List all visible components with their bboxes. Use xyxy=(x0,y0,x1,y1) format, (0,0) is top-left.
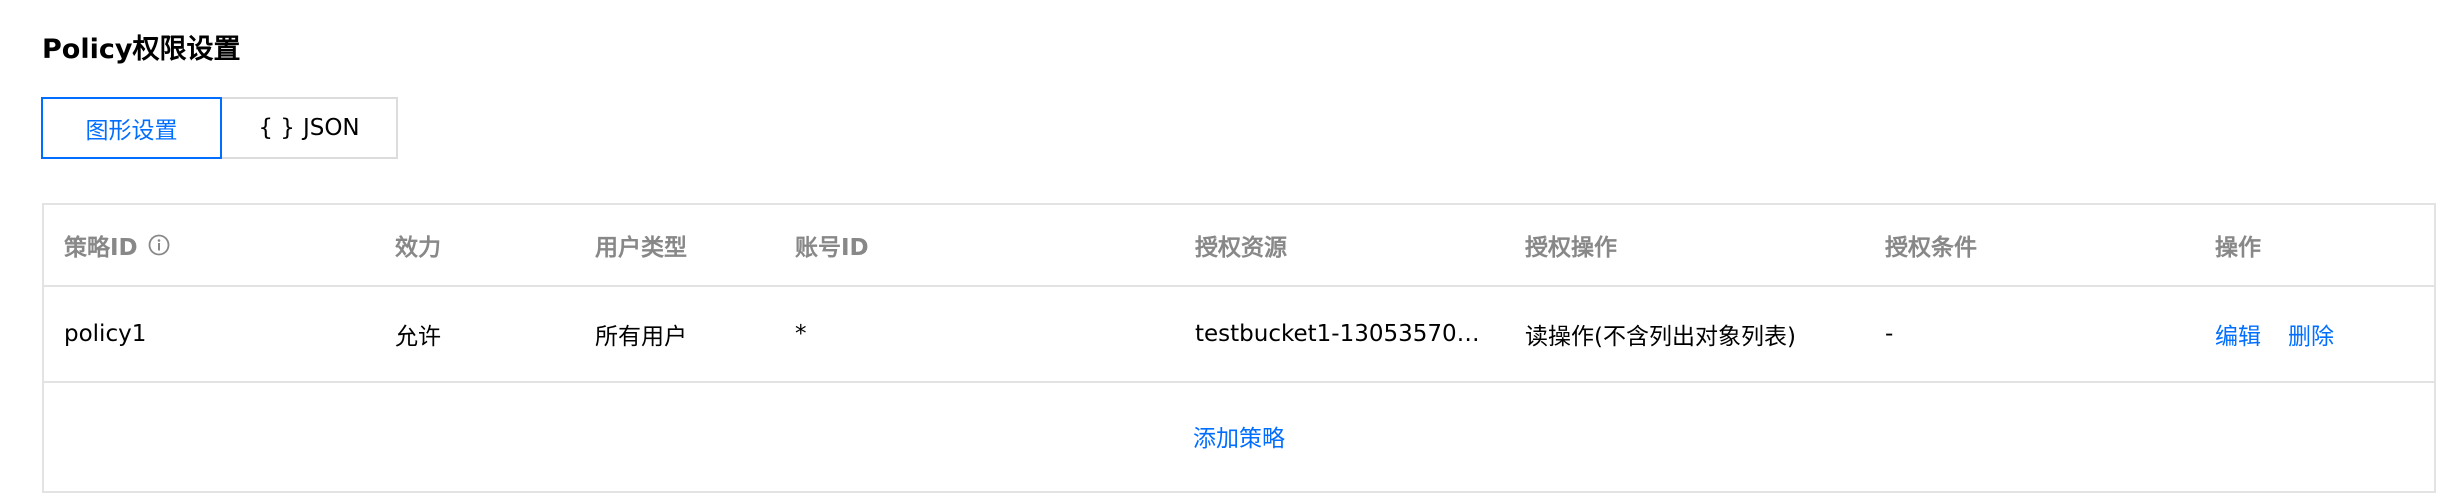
header-account-id: 账号ID xyxy=(795,235,869,261)
cell-operation: 读操作(不含列出对象列表) xyxy=(1525,324,1796,350)
json-tab-label: JSON xyxy=(302,115,360,141)
policy-table: 策略ID 效力 用户类型 账号ID 授权资源 授权操作 授权条件 操作 poli… xyxy=(42,203,2436,493)
cell-actions: 编辑 删除 xyxy=(2215,287,2361,381)
add-policy-row: 添加策略 xyxy=(44,383,2434,483)
cell-effect: 允许 xyxy=(395,324,441,350)
edit-link[interactable]: 编辑 xyxy=(2215,317,2261,351)
info-circle-icon[interactable] xyxy=(148,234,170,256)
section-title: Policy权限设置 xyxy=(42,34,241,65)
cell-resource-text: testbucket1-130535700… xyxy=(1195,321,1485,347)
json-tab[interactable]: { } JSON xyxy=(222,97,398,159)
graphic-settings-tab[interactable]: 图形设置 xyxy=(41,97,222,159)
header-user-type: 用户类型 xyxy=(595,235,687,261)
header-actions: 操作 xyxy=(2215,235,2261,261)
delete-link[interactable]: 删除 xyxy=(2288,317,2334,351)
header-policy-id-label: 策略ID xyxy=(64,235,138,261)
json-braces-text: { } xyxy=(258,115,295,141)
table-row: policy1 允许 所有用户 * testbucket1-130535700…… xyxy=(44,287,2434,383)
cell-account-id: * xyxy=(795,321,807,347)
cell-policy-id: policy1 xyxy=(64,321,147,347)
header-effect: 效力 xyxy=(395,235,441,261)
cell-user-type: 所有用户 xyxy=(595,324,687,350)
header-condition: 授权条件 xyxy=(1885,235,1977,261)
header-resource: 授权资源 xyxy=(1195,235,1287,261)
table-header-row: 策略ID 效力 用户类型 账号ID 授权资源 授权操作 授权条件 操作 xyxy=(44,205,2434,287)
cell-resource: testbucket1-130535700… xyxy=(1195,287,1485,381)
cell-condition: - xyxy=(1885,321,1894,347)
add-policy-link[interactable]: 添加策略 xyxy=(1193,419,1285,453)
mode-switch: 图形设置 { } JSON xyxy=(41,97,398,159)
header-operation: 授权操作 xyxy=(1525,235,1617,261)
header-policy-id: 策略ID xyxy=(64,205,170,285)
